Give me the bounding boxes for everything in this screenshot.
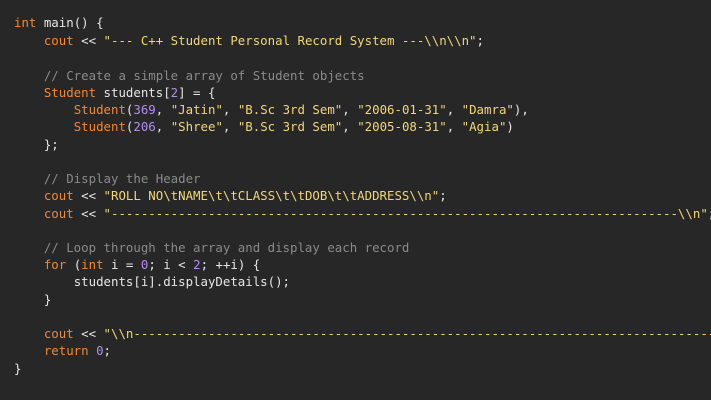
code-text: students[i].displayDetails();	[73, 274, 291, 289]
semicolon: ;	[439, 188, 447, 203]
semicolon: ;	[476, 33, 484, 48]
operator: <<	[73, 206, 104, 221]
code-text: }	[14, 361, 22, 376]
comma: ,	[342, 102, 358, 117]
code-line-2: cout << "--- C++ Student Personal Record…	[14, 32, 484, 50]
code-line-11: cout << "ROLL NO\tNAME\t\tCLASS\t\tDOB\t…	[14, 187, 447, 205]
code-line-5: Student students[2] = {	[14, 84, 216, 102]
paren: (	[66, 257, 82, 272]
code-line-1: int main() {	[14, 14, 104, 32]
code-text: ] = {	[178, 85, 216, 100]
keyword-int: int	[14, 15, 37, 30]
string-literal: "2005-08-31"	[357, 119, 447, 134]
keyword-for: for	[43, 257, 67, 272]
code-text: )	[506, 119, 514, 134]
number-literal: 2	[193, 257, 201, 272]
comma: ,	[446, 102, 462, 117]
string-literal: "B.Sc 3rd Sem"	[237, 102, 343, 117]
number-literal: 0	[96, 343, 104, 358]
code-text: main() {	[36, 15, 104, 30]
code-line-14: // Loop through the array and display ea…	[14, 239, 410, 257]
operator: <<	[73, 33, 104, 48]
comma: ,	[342, 119, 358, 134]
identifier-cout: cout	[43, 326, 74, 341]
code-line-7: Student(206, "Shree", "B.Sc 3rd Sem", "2…	[14, 118, 514, 136]
comma: ,	[222, 102, 238, 117]
string-literal: "\\n------------------------------------…	[103, 326, 711, 341]
string-literal: "Agia"	[461, 119, 507, 134]
code-line-8: };	[14, 136, 59, 154]
code-editor[interactable]: int main() { cout << "--- C++ Student Pe…	[0, 0, 711, 400]
code-line-6: Student(369, "Jatin", "B.Sc 3rd Sem", "2…	[14, 101, 529, 119]
comment: // Display the Header	[43, 171, 201, 186]
operator: <<	[73, 188, 104, 203]
string-literal: "Jatin"	[170, 102, 223, 117]
string-literal: "2006-01-31"	[357, 102, 447, 117]
comment: // Loop through the array and display ea…	[43, 240, 410, 255]
code-line-4: // Create a simple array of Student obje…	[14, 67, 365, 85]
semicolon: ;	[103, 343, 112, 358]
code-text: };	[43, 137, 59, 152]
number-literal: 206	[133, 119, 156, 134]
constructor-student: Student	[73, 102, 126, 117]
code-text: i =	[103, 257, 141, 272]
identifier-cout: cout	[43, 188, 74, 203]
code-text: }	[43, 292, 52, 307]
string-literal: "--- C++ Student Personal Record System …	[103, 33, 477, 48]
comma: ,	[446, 119, 462, 134]
string-literal: "Shree"	[170, 119, 223, 134]
keyword-int: int	[81, 257, 104, 272]
code-line-10: // Display the Header	[14, 170, 201, 188]
comment: // Create a simple array of Student obje…	[43, 68, 365, 83]
comma: ,	[155, 102, 171, 117]
keyword-return: return	[43, 343, 89, 358]
code-line-12: cout << "-------------------------------…	[14, 205, 711, 223]
string-literal: "Damra"	[461, 102, 514, 117]
code-text: ),	[513, 102, 529, 117]
identifier-cout: cout	[43, 33, 74, 48]
code-line-17: }	[14, 291, 51, 309]
code-line-20: return 0;	[14, 342, 111, 360]
code-line-16: students[i].displayDetails();	[14, 273, 290, 291]
code-text: ; ++i) {	[200, 257, 261, 272]
code-line-15: for (int i = 0; i < 2; ++i) {	[14, 256, 260, 274]
type-student: Student	[43, 85, 97, 100]
string-literal: "B.Sc 3rd Sem"	[237, 119, 343, 134]
code-line-21: }	[14, 360, 21, 378]
identifier-cout: cout	[43, 206, 74, 221]
code-line-19: cout << "\\n----------------------------…	[14, 325, 711, 343]
constructor-student: Student	[73, 119, 126, 134]
string-literal: "---------------------------------------…	[103, 206, 708, 221]
comma: ,	[222, 119, 238, 134]
code-text: students[	[96, 85, 171, 100]
operator: <<	[73, 326, 104, 341]
comma: ,	[155, 119, 171, 134]
string-literal: "ROLL NO\tNAME\t\tCLASS\t\tDOB\t\tADDRES…	[103, 188, 440, 203]
code-text: ; i <	[148, 257, 194, 272]
number-literal: 369	[133, 102, 156, 117]
